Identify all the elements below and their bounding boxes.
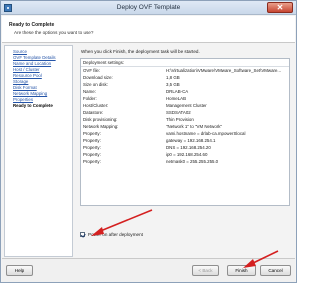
power-on-checkbox[interactable] <box>80 232 85 237</box>
settings-key: OVF file: <box>83 68 101 73</box>
settings-key: Datastore: <box>83 110 104 115</box>
settings-key: Size on disk: <box>83 82 108 87</box>
settings-value: Thin Provision <box>166 117 194 122</box>
settings-value: HomeLAB <box>166 96 187 101</box>
settings-key: Name: <box>83 89 96 94</box>
settings-row: Property: vami.hostname = drlab-ca.mpowe… <box>81 131 289 138</box>
close-icon: ✕ <box>276 3 284 12</box>
settings-value: Management Cluster <box>166 103 207 108</box>
settings-value: vami.hostname = drlab-ca.mpowerSlocal <box>166 131 246 136</box>
settings-row: Property: gateway = 192.168.254.1 <box>81 138 289 145</box>
page-title: Ready to Complete <box>9 22 55 28</box>
back-button[interactable]: < Back <box>192 265 219 276</box>
annotation-arrow-icon <box>91 209 153 236</box>
settings-row: Download size: 1,8 GB <box>81 75 289 82</box>
divider <box>81 66 289 67</box>
settings-value: gateway = 192.168.254.1 <box>166 138 216 143</box>
settings-key: Property: <box>83 138 101 143</box>
settings-row: Size on disk: 3,5 GB <box>81 82 289 89</box>
page-header: Ready to Complete Are these the options … <box>2 16 295 43</box>
settings-row: Property: netmask0 = 255.255.255.0 <box>81 159 289 166</box>
settings-key: Property: <box>83 159 101 164</box>
close-button[interactable]: ✕ <box>267 2 293 13</box>
settings-row: Folder: HomeLAB <box>81 96 289 103</box>
settings-key: Disk provisioning: <box>83 117 118 122</box>
page-subtitle: Are these the options you want to use? <box>14 30 94 35</box>
settings-row: OVF file: H:\Virtualization\VMware\VMwar… <box>81 68 289 75</box>
settings-value: 3,5 GB <box>166 82 180 87</box>
settings-row: Property: DNS = 192.168.254.20 <box>81 145 289 152</box>
settings-row: Disk provisioning: Thin Provision <box>81 117 289 124</box>
settings-value: DRLAB-CA <box>166 89 189 94</box>
settings-value: ip0 = 192.168.254.60 <box>166 152 208 157</box>
settings-value: SSDSATA02 <box>166 110 191 115</box>
settings-value: netmask0 = 255.255.255.0 <box>166 159 219 164</box>
wizard-steps-nav: Source OVF Template Details Name and Loc… <box>4 45 73 257</box>
settings-key: Download size: <box>83 75 113 80</box>
settings-key: Host/Cluster: <box>83 103 109 108</box>
nav-item-ready-to-complete: Ready to Complete <box>13 103 53 108</box>
settings-key: Network Mapping: <box>83 124 119 129</box>
settings-row: Datastore: SSDSATA02 <box>81 110 289 117</box>
settings-value: "Network 1" to "VM Network" <box>166 124 223 129</box>
settings-row: Host/Cluster: Management Cluster <box>81 103 289 110</box>
settings-row: Network Mapping: "Network 1" to "VM Netw… <box>81 124 289 131</box>
deployment-settings-label: Deployment settings: <box>83 60 124 65</box>
annotation-arrow-icon <box>243 250 279 268</box>
intro-text: When you click Finish, the deployment ta… <box>81 49 200 54</box>
settings-row: Property: ip0 = 192.168.254.60 <box>81 152 289 159</box>
settings-row: Name: DRLAB-CA <box>81 89 289 96</box>
settings-key: Property: <box>83 152 101 157</box>
help-button[interactable]: Help <box>6 265 33 276</box>
deployment-settings-box: Deployment settings: OVF file: H:\Virtua… <box>80 58 290 206</box>
settings-key: Folder: <box>83 96 97 101</box>
settings-value: DNS = 192.168.254.20 <box>166 145 211 150</box>
settings-key: Property: <box>83 145 101 150</box>
settings-key: Property: <box>83 131 101 136</box>
settings-value: H:\Virtualization\VMware\VMware_Software… <box>166 68 282 73</box>
settings-value: 1,8 GB <box>166 75 180 80</box>
window-title: Deploy OVF Template <box>116 4 181 11</box>
deploy-ovf-window: Deploy OVF Template ✕ Ready to Complete … <box>0 0 297 283</box>
title-bar: Deploy OVF Template ✕ <box>1 1 296 15</box>
